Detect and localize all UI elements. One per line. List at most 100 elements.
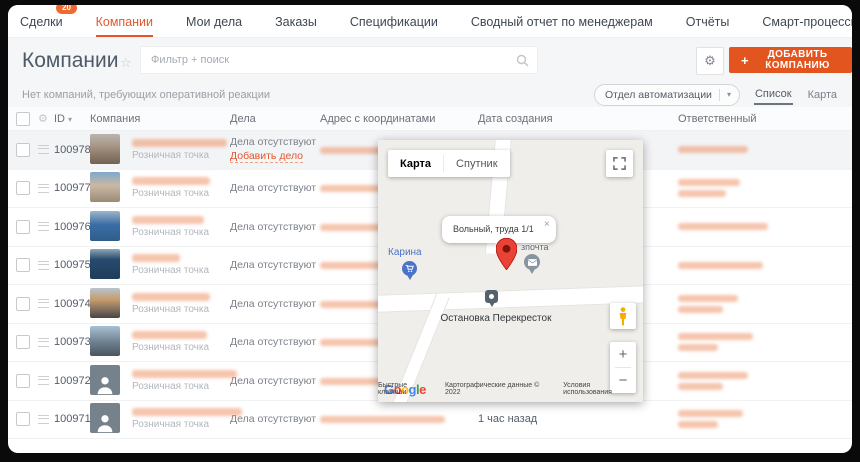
column-header-responsible[interactable]: Ответственный [678,113,852,125]
company-photo [90,134,120,164]
row-checkbox[interactable] [16,412,30,426]
responsible-redacted [678,383,723,390]
store-marker[interactable] [402,261,417,276]
company-thumbnail[interactable] [90,326,122,358]
red-map-marker[interactable] [496,238,517,275]
close-icon[interactable]: × [544,219,550,230]
app-window: Сделки 20 Компании Мои дела Заказы Специ… [8,5,852,453]
row-id: 100977 [54,182,90,194]
nav-item-specifications[interactable]: Спецификации [350,6,438,37]
company-name-redacted[interactable] [132,331,207,339]
row-menu-icon[interactable] [38,261,49,270]
column-header-created[interactable]: Дата создания [478,113,678,125]
filter-search-box[interactable] [140,46,538,74]
map-type-satellite-button[interactable]: Спутник [444,158,509,170]
column-header-address[interactable]: Адрес с координатами [320,113,478,125]
company-name-redacted[interactable] [132,254,180,262]
row-menu-icon[interactable] [38,376,49,385]
deals-status: Дела отсутствуют [230,298,320,310]
company-photo [90,172,120,202]
company-name-redacted[interactable] [132,293,210,301]
company-photo [90,326,120,356]
row-checkbox[interactable] [16,181,30,195]
map-shortcuts-link[interactable]: Быстрые клавиши [378,382,436,396]
row-checkbox[interactable] [16,297,30,311]
nav-item-my-tasks[interactable]: Мои дела [186,6,242,37]
deals-status: Дела отсутствуют [230,336,320,348]
transit-stop-marker[interactable] [485,290,498,303]
responsible-redacted [678,421,718,428]
sort-caret-icon: ▾ [68,115,72,124]
nav-item-smart-processes[interactable]: Смарт-процессы [762,6,852,37]
column-header-id[interactable]: ID▾ [54,113,90,125]
map-type-map-button[interactable]: Карта [388,158,443,170]
table-row[interactable]: 100971Розничная точкаДела отсутствуют1 ч… [8,401,852,440]
search-input[interactable] [141,47,521,73]
view-tab-map[interactable]: Карта [807,86,838,104]
pegman-button[interactable] [610,303,636,329]
responsible-redacted [678,306,723,313]
nav-item-reports[interactable]: Отчёты [686,6,730,37]
plus-icon: + [741,53,749,68]
nav-item-manager-report[interactable]: Сводный отчет по менеджерам [471,6,653,37]
responsible-redacted [678,262,763,269]
department-filter-pill[interactable]: Отдел автоматизации ▾ [594,84,740,106]
favorite-star-icon[interactable]: ☆ [120,55,132,71]
company-type-label: Розничная точка [132,342,230,353]
store-label: Карина [388,247,422,258]
page-title: Компании [22,49,118,73]
company-name-redacted[interactable] [132,139,227,147]
row-menu-icon[interactable] [38,415,49,424]
company-photo [90,288,120,318]
fullscreen-button[interactable] [606,150,633,177]
post-office-marker[interactable] [524,254,540,270]
sub-toolbar: Нет компаний, требующих оперативной реак… [8,82,852,107]
nav-item-deals[interactable]: Сделки 20 [20,6,63,37]
chevron-down-icon: ▾ [727,90,731,99]
nav-item-companies[interactable]: Компании [96,6,153,37]
company-thumbnail[interactable] [90,288,122,320]
row-menu-icon[interactable] [38,338,49,347]
settings-button[interactable]: ⚙ [696,47,724,75]
avatar [90,365,120,395]
company-thumbnail[interactable] [90,172,122,204]
company-name-redacted[interactable] [132,370,237,378]
select-all-checkbox[interactable] [16,112,30,126]
row-checkbox[interactable] [16,335,30,349]
row-checkbox[interactable] [16,258,30,272]
map-data-attribution: Картографические данные © 2022 [445,382,554,396]
zoom-in-button[interactable]: + [610,342,636,367]
company-thumbnail[interactable] [90,134,122,166]
address-redacted [320,416,445,423]
company-thumbnail[interactable] [90,211,122,243]
row-menu-icon[interactable] [38,222,49,231]
row-menu-icon[interactable] [38,184,49,193]
company-thumbnail[interactable] [90,249,122,281]
row-checkbox[interactable] [16,220,30,234]
row-id: 100973 [54,336,90,348]
nav-item-orders[interactable]: Заказы [275,6,317,37]
row-menu-icon[interactable] [38,299,49,308]
view-tab-list[interactable]: Список [754,85,793,105]
column-header-deals[interactable]: Дела [230,113,320,125]
company-name-redacted[interactable] [132,408,242,416]
responsible-redacted [678,179,740,186]
columns-gear-icon[interactable]: ⚙ [38,112,54,125]
row-id: 100972 [54,375,90,387]
transit-stop-label: Остановка Перекресток [416,313,576,324]
deals-status: Дела отсутствуют [230,375,320,387]
company-name-redacted[interactable] [132,216,204,224]
deals-status: Дела отсутствуют [230,136,320,148]
row-checkbox[interactable] [16,374,30,388]
add-company-button[interactable]: + ДОБАВИТЬ КОМПАНИЮ [729,47,852,73]
person-icon [94,411,116,433]
row-checkbox[interactable] [16,143,30,157]
map-type-control: Карта Спутник [388,150,510,177]
company-thumbnail[interactable] [90,403,122,435]
map-terms-link[interactable]: Условия использования [563,382,639,396]
add-deal-link[interactable]: Добавить дело [230,150,303,163]
row-menu-icon[interactable] [38,145,49,154]
company-thumbnail[interactable] [90,365,122,397]
column-header-company[interactable]: Компания [90,113,230,125]
company-name-redacted[interactable] [132,177,210,185]
